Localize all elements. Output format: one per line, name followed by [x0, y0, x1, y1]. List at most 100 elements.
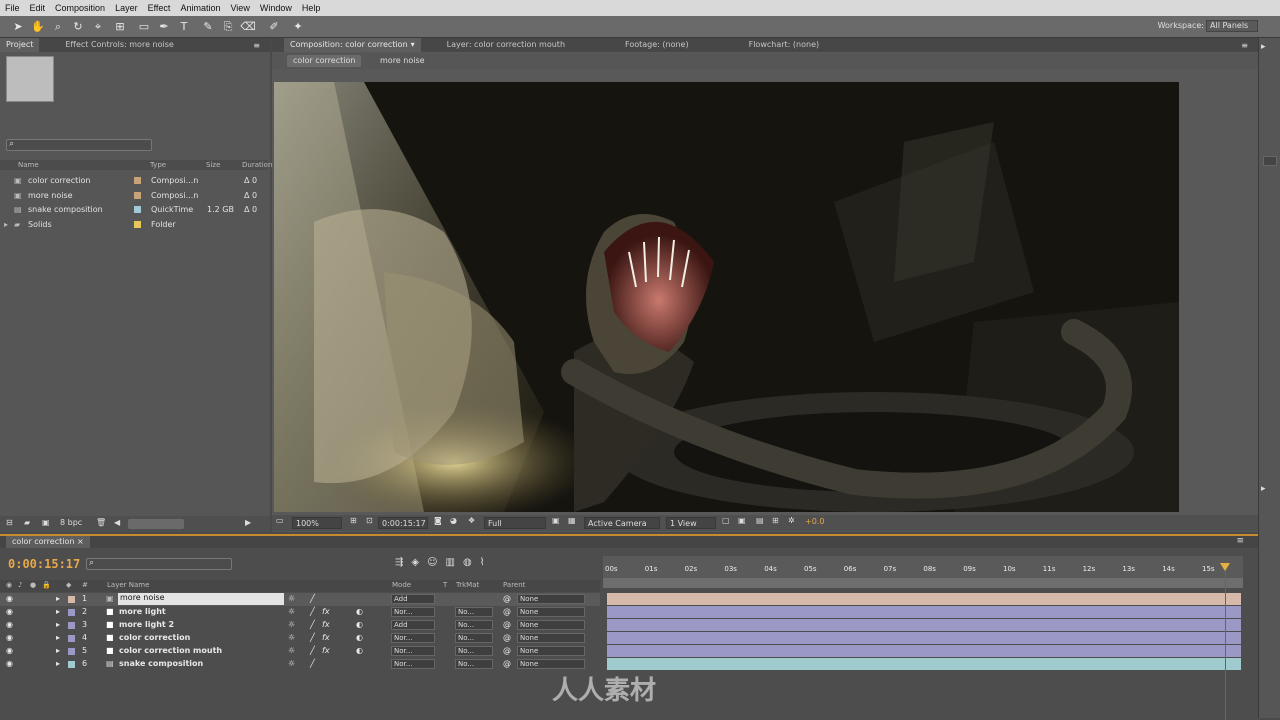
- project-search-input[interactable]: ⌕: [6, 139, 152, 151]
- horizontal-scrollbar[interactable]: [128, 519, 184, 529]
- trkmat-select[interactable]: No...: [455, 659, 493, 669]
- label-swatch[interactable]: [134, 206, 141, 213]
- eraser-tool-icon[interactable]: ⌫: [240, 19, 256, 35]
- expand-arrow-icon[interactable]: ▸: [56, 633, 60, 642]
- effects-search-input[interactable]: [1263, 156, 1277, 166]
- camera-icon[interactable]: ◙: [434, 516, 442, 525]
- menu-item-file[interactable]: File: [0, 3, 25, 13]
- trash-icon[interactable]: 🗑: [96, 518, 106, 527]
- expand-arrow-icon[interactable]: ▸: [4, 220, 8, 229]
- label-swatch[interactable]: [68, 648, 75, 655]
- shy-switch-icon[interactable]: ☼: [288, 659, 295, 668]
- layer-duration-bar[interactable]: [607, 593, 1241, 605]
- layer-duration-bar[interactable]: [607, 658, 1241, 670]
- color-channel-icon[interactable]: ❖: [468, 516, 475, 525]
- shy-switch-icon[interactable]: ☼: [288, 594, 295, 603]
- panel-menu-icon[interactable]: ≡: [1241, 41, 1248, 50]
- shy-switch-icon[interactable]: ☼: [288, 607, 295, 616]
- pan-behind-tool-icon[interactable]: ⊞: [112, 19, 128, 35]
- adjustment-layer-icon[interactable]: ◐: [356, 633, 363, 642]
- roto-brush-tool-icon[interactable]: ✐: [266, 19, 282, 35]
- crumb-more-noise[interactable]: more noise: [374, 55, 431, 67]
- dropdown-icon[interactable]: ▾: [411, 38, 415, 52]
- effect-switch-icon[interactable]: fx: [322, 633, 330, 642]
- mask-visibility-icon[interactable]: ⊡: [366, 516, 373, 525]
- col-size[interactable]: Size: [206, 161, 220, 169]
- menu-item-animation[interactable]: Animation: [175, 3, 225, 13]
- frame-blending-icon[interactable]: ▥: [446, 557, 463, 568]
- timeline-search-input[interactable]: ⌕: [86, 558, 232, 570]
- audio-icon[interactable]: ♪: [18, 581, 22, 589]
- bpc-label[interactable]: 8 bpc: [60, 518, 82, 527]
- tracker-panel-tab[interactable]: ▸: [1261, 484, 1266, 494]
- layer-duration-bar[interactable]: [607, 632, 1241, 644]
- col-t[interactable]: T: [443, 581, 447, 589]
- work-area-bar[interactable]: [603, 578, 1243, 588]
- effect-switch-icon[interactable]: fx: [322, 646, 330, 655]
- expand-arrow-icon[interactable]: ▸: [56, 646, 60, 655]
- col-mode[interactable]: Mode: [392, 581, 411, 589]
- selection-tool-icon[interactable]: ➤: [10, 19, 26, 35]
- col-trkmat[interactable]: TrkMat: [456, 581, 479, 589]
- resolution-select[interactable]: Full: [484, 517, 546, 529]
- mode-select[interactable]: Nor...: [391, 646, 435, 656]
- composition-canvas[interactable]: [274, 82, 1179, 512]
- layer-name[interactable]: color correction mouth: [119, 646, 222, 655]
- timeline-icon[interactable]: ▤: [756, 516, 764, 525]
- col-type[interactable]: Type: [150, 161, 166, 169]
- region-of-interest-icon[interactable]: ▣: [552, 516, 560, 525]
- pixel-aspect-icon[interactable]: ▢: [722, 516, 730, 525]
- tab-timeline-comp[interactable]: color correction ×: [6, 536, 90, 548]
- view-layout-select[interactable]: 1 View: [666, 517, 716, 529]
- col-duration[interactable]: Duration: [242, 161, 272, 169]
- info-panel-tab[interactable]: ▸: [1261, 42, 1266, 52]
- panel-menu-icon[interactable]: ≡: [253, 41, 260, 50]
- label-swatch[interactable]: [134, 221, 141, 228]
- layer-name[interactable]: snake composition: [119, 659, 203, 668]
- new-composition-icon[interactable]: ▣: [42, 518, 50, 527]
- tab-footage[interactable]: Footage: (none): [619, 38, 695, 52]
- project-item[interactable]: ▣ more noise Composi...n Δ 0: [0, 189, 268, 203]
- pickwhip-icon[interactable]: @: [503, 659, 511, 668]
- expand-arrow-icon[interactable]: ▸: [56, 607, 60, 616]
- mode-select[interactable]: Nor...: [391, 659, 435, 669]
- solo-icon[interactable]: ●: [30, 581, 36, 589]
- effect-switch-icon[interactable]: fx: [322, 607, 330, 616]
- text-tool-icon[interactable]: T: [176, 19, 192, 35]
- eye-icon[interactable]: ◉: [6, 620, 13, 629]
- trkmat-select[interactable]: No...: [455, 646, 493, 656]
- adjustment-layer-icon[interactable]: ◐: [356, 620, 363, 629]
- pickwhip-icon[interactable]: @: [503, 633, 511, 642]
- show-channel-icon[interactable]: ◕: [450, 516, 457, 525]
- current-time-indicator[interactable]: [1225, 566, 1226, 720]
- menu-item-composition[interactable]: Composition: [50, 3, 110, 13]
- pickwhip-icon[interactable]: @: [503, 620, 511, 629]
- workspace-select[interactable]: All Panels: [1206, 20, 1258, 32]
- quality-switch-icon[interactable]: ╱: [310, 594, 315, 603]
- project-item[interactable]: ▣ color correction Composi...n Δ 0: [0, 174, 268, 188]
- pickwhip-icon[interactable]: @: [503, 607, 511, 616]
- layer-duration-bar[interactable]: [607, 619, 1241, 631]
- tab-flowchart[interactable]: Flowchart: (none): [743, 38, 826, 52]
- eye-icon[interactable]: ◉: [6, 659, 13, 668]
- shy-switch-icon[interactable]: ☼: [288, 633, 295, 642]
- quality-switch-icon[interactable]: ╱: [310, 633, 315, 642]
- layer-name[interactable]: more light 2: [119, 620, 174, 629]
- pickwhip-icon[interactable]: @: [503, 594, 511, 603]
- scroll-left-icon[interactable]: ◀: [114, 518, 120, 527]
- layer-row[interactable]: ◉ ▸ 1 ▣ more noise ☼ ╱ Add @ None: [0, 593, 600, 606]
- label-icon[interactable]: ◆: [66, 581, 71, 589]
- panel-menu-icon[interactable]: ≡: [1236, 536, 1244, 546]
- lock-icon[interactable]: 🔒: [42, 581, 51, 589]
- project-item[interactable]: ▤ snake composition QuickTime 1.2 GB Δ 0: [0, 203, 268, 217]
- draft-3d-icon[interactable]: ◈: [411, 557, 427, 568]
- tab-project[interactable]: Project: [0, 38, 40, 52]
- menu-item-edit[interactable]: Edit: [25, 3, 51, 13]
- shy-switch-icon[interactable]: ☼: [288, 646, 295, 655]
- adjustment-layer-icon[interactable]: ◐: [356, 646, 363, 655]
- scroll-right-icon[interactable]: ▶: [245, 518, 251, 527]
- trkmat-select[interactable]: No...: [455, 620, 493, 630]
- camera-tool-icon[interactable]: ⌖: [90, 19, 106, 35]
- col-name[interactable]: Name: [18, 161, 39, 169]
- current-time-display[interactable]: 0:00:15:17: [378, 517, 428, 529]
